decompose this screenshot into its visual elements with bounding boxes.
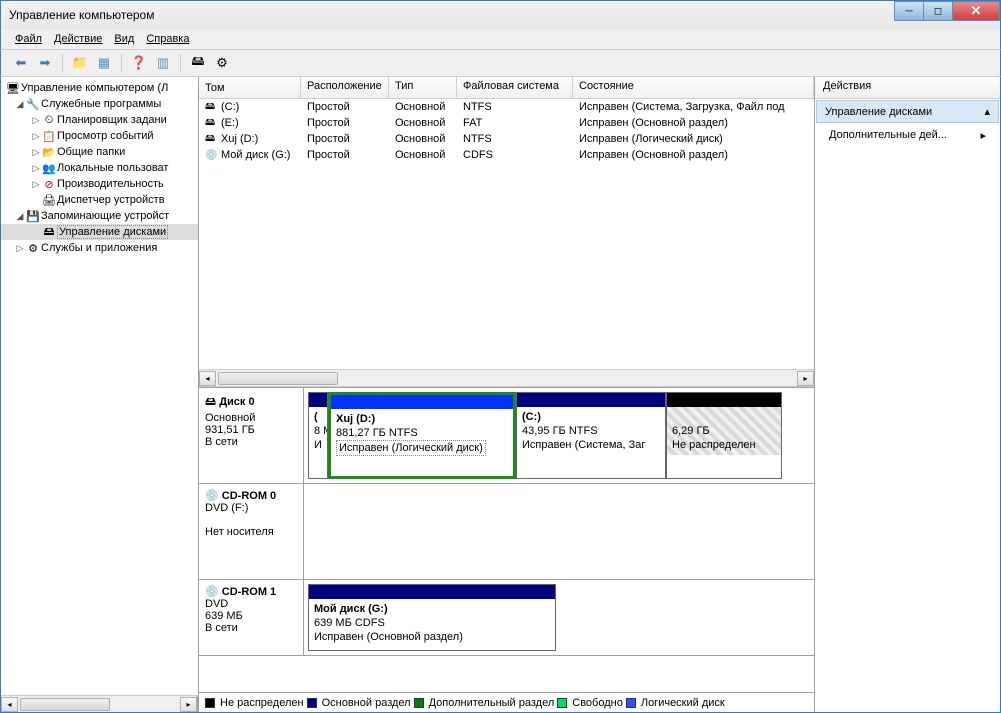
volume-list: Том Расположение Тип Файловая система Со… — [199, 77, 814, 387]
separator — [180, 54, 181, 72]
window-title: Управление компьютером — [9, 8, 154, 22]
scroll-right-icon[interactable]: ▸ — [180, 697, 197, 712]
scroll-right-icon[interactable]: ▸ — [797, 371, 814, 386]
tree-shared[interactable]: ▷📂Общие папки — [1, 144, 198, 160]
actions-category[interactable]: Управление дисками▴ — [816, 100, 999, 123]
drive-icon: 🖴 — [205, 115, 219, 132]
disk-graphical-view: 🖴 Диск 0 Основной 931,51 ГБ В сети (8 МИ… — [199, 387, 814, 692]
titlebar: Управление компьютером ─ ◻ ✕ — [0, 0, 1001, 29]
volume-header: Том Расположение Тип Файловая система Со… — [199, 77, 814, 99]
actions-pane: Действия Управление дисками▴ Дополнитель… — [814, 77, 1000, 712]
refresh-icon[interactable]: 🖴 — [188, 53, 208, 73]
disc-icon: 💿 — [205, 490, 219, 502]
partition[interactable]: (8 МИ — [308, 392, 328, 479]
scroll-thumb[interactable] — [20, 698, 110, 711]
disk-icon: 🖴 — [205, 396, 216, 408]
scroll-left-icon[interactable]: ◂ — [1, 697, 18, 712]
minimize-button[interactable]: ─ — [894, 1, 924, 21]
legend-swatch-extended — [414, 698, 424, 708]
navigation-tree: 🖥Управление компьютером (Л ◢🔧Служебные п… — [1, 77, 199, 712]
action-icon[interactable]: ⚙ — [212, 53, 232, 73]
legend-label: Логический диск — [641, 697, 725, 709]
volume-row[interactable]: 🖴(E:) ПростойОсновнойFATИсправен (Основн… — [199, 115, 814, 131]
disk-row: 🖴 Диск 0 Основной 931,51 ГБ В сети (8 МИ… — [199, 388, 814, 484]
tree-system-tools[interactable]: ◢🔧Служебные программы — [1, 96, 198, 112]
forward-button[interactable]: ➡ — [35, 53, 55, 73]
partition-unallocated[interactable]: 6,29 ГБНе распределен — [666, 392, 782, 479]
help-button[interactable]: ❓ — [129, 53, 149, 73]
maximize-button[interactable]: ◻ — [923, 1, 953, 21]
partition[interactable]: (C:)43,95 ГБ NTFSИсправен (Система, Заг — [516, 392, 666, 479]
menu-view[interactable]: Вид — [114, 33, 134, 45]
tree-users[interactable]: ▷👥Локальные пользоват — [1, 160, 198, 176]
toolbar: ⬅ ➡ 📁 ▦ ❓ ▥ 🖴 ⚙ — [0, 49, 1001, 77]
tree-devmgr[interactable]: 🖨Диспетчер устройств — [1, 192, 198, 208]
col-sos[interactable]: Состояние — [573, 77, 814, 98]
window-controls: ─ ◻ ✕ — [895, 1, 1000, 21]
disk-row: 💿 CD-ROM 1 DVD 639 МБ В сети Мой диск (G… — [199, 580, 814, 656]
legend-label: Не распределен — [220, 697, 304, 709]
partition-selected[interactable]: Xuj (D:)881,27 ГБ NTFSИсправен (Логическ… — [328, 392, 516, 479]
disk-row: 💿 CD-ROM 0 DVD (F:) Нет носителя — [199, 484, 814, 580]
volume-row[interactable]: 💿Мой диск (G:) ПростойОсновнойCDFSИсправ… — [199, 147, 814, 163]
chevron-right-icon: ▸ — [980, 129, 986, 142]
volume-row[interactable]: 🖴Xuj (D:) ПростойОсновнойNTFSИсправен (Л… — [199, 131, 814, 147]
tree-root[interactable]: 🖥Управление компьютером (Л — [1, 80, 198, 96]
tree-events[interactable]: ▷📋Просмотр событий — [1, 128, 198, 144]
drive-icon: 🖴 — [205, 131, 219, 148]
legend-label: Дополнительный раздел — [429, 697, 555, 709]
menu-action[interactable]: Действие — [54, 33, 102, 45]
legend-swatch-logical — [626, 698, 636, 708]
scroll-left-icon[interactable]: ◂ — [199, 371, 216, 386]
options-button[interactable]: ▥ — [153, 53, 173, 73]
separator — [62, 54, 63, 72]
menu-help[interactable]: Справка — [146, 33, 189, 45]
tree-scheduler[interactable]: ▷⏲Планировщик задани — [1, 112, 198, 128]
main-area: 🖥Управление компьютером (Л ◢🔧Служебные п… — [0, 77, 1001, 713]
center-pane: Том Расположение Тип Файловая система Со… — [199, 77, 814, 712]
legend-label: Основной раздел — [322, 697, 411, 709]
tree-services[interactable]: ▷⚙Службы и приложения — [1, 240, 198, 256]
actions-more[interactable]: Дополнительные дей...▸ — [815, 124, 1000, 147]
actions-header: Действия — [815, 77, 1000, 99]
legend-swatch-primary — [307, 698, 317, 708]
collapse-icon: ▴ — [984, 105, 990, 118]
col-tip[interactable]: Тип — [389, 77, 457, 98]
legend-swatch-unalloc — [205, 698, 215, 708]
close-button[interactable]: ✕ — [952, 1, 1000, 21]
col-tom[interactable]: Том — [199, 77, 301, 98]
back-button[interactable]: ⬅ — [11, 53, 31, 73]
disc-icon: 💿 — [205, 586, 219, 598]
scroll-thumb[interactable] — [218, 372, 338, 385]
disk-label[interactable]: 💿 CD-ROM 0 DVD (F:) Нет носителя — [199, 484, 304, 579]
partition[interactable]: Мой диск (G:)639 МБ CDFSИсправен (Основн… — [308, 584, 556, 651]
tree-diskmgmt[interactable]: 🖴Управление дисками — [1, 224, 198, 240]
drive-icon: 🖴 — [205, 99, 219, 116]
tree-hscroll[interactable]: ◂ ▸ — [1, 695, 198, 712]
col-fs[interactable]: Файловая система — [457, 77, 573, 98]
legend: Не распределен Основной раздел Дополните… — [199, 692, 814, 712]
menu-file[interactable]: Файл — [15, 33, 42, 45]
volume-row[interactable]: 🖴(C:) ПростойОсновнойNTFSИсправен (Систе… — [199, 99, 814, 115]
volume-rows: 🖴(C:) ПростойОсновнойNTFSИсправен (Систе… — [199, 99, 814, 369]
tree-storage[interactable]: ◢💾Запоминающие устройст — [1, 208, 198, 224]
legend-label: Свободно — [572, 697, 623, 709]
tree-perf[interactable]: ▷⊘Производительность — [1, 176, 198, 192]
menu-bar: Файл Действие Вид Справка — [0, 29, 1001, 49]
separator — [121, 54, 122, 72]
view-button[interactable]: ▦ — [94, 53, 114, 73]
disk-label[interactable]: 🖴 Диск 0 Основной 931,51 ГБ В сети — [199, 388, 304, 483]
col-ras[interactable]: Расположение — [301, 77, 389, 98]
disk-label[interactable]: 💿 CD-ROM 1 DVD 639 МБ В сети — [199, 580, 304, 655]
disc-icon: 💿 — [205, 150, 219, 161]
legend-swatch-free — [557, 698, 567, 708]
up-button[interactable]: 📁 — [70, 53, 90, 73]
volume-hscroll[interactable]: ◂ ▸ — [199, 369, 814, 386]
